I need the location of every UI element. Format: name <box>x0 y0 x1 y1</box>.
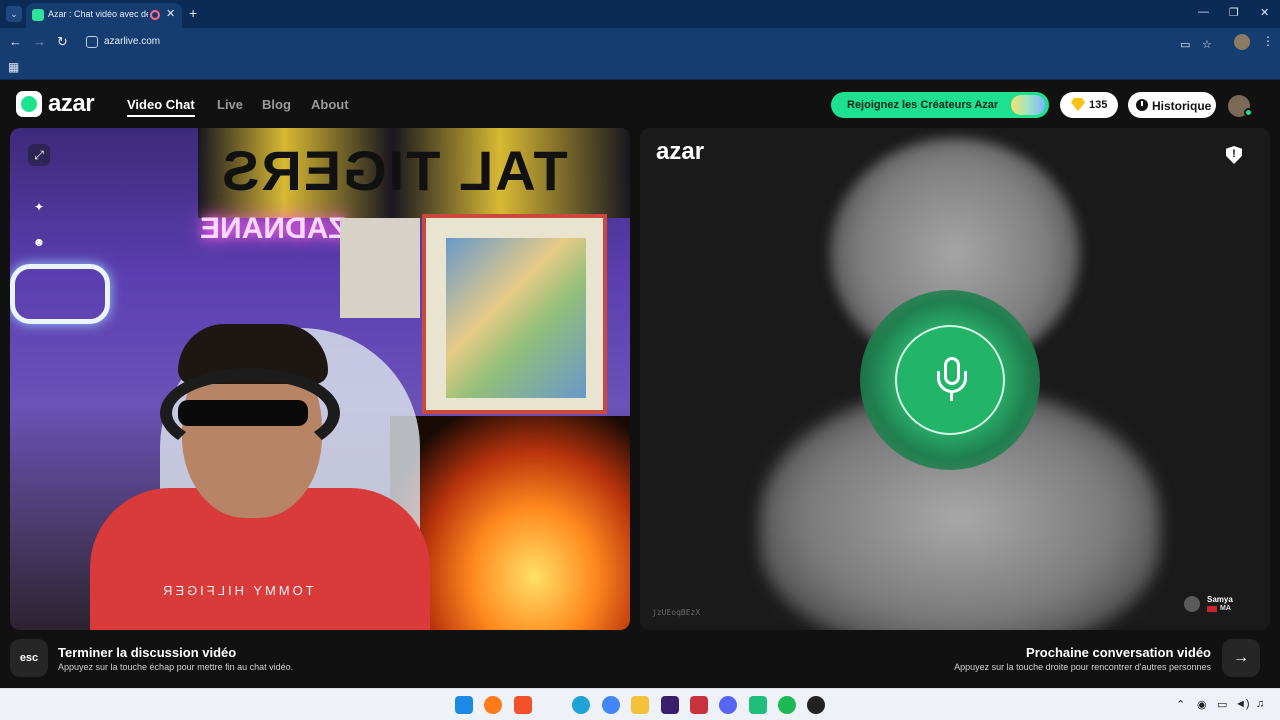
minimize-button[interactable]: — <box>1198 6 1209 18</box>
tray-chevron-icon[interactable]: ⌃ <box>1176 698 1185 711</box>
site-info-icon[interactable] <box>86 36 98 48</box>
history-button[interactable]: Historique <box>1128 92 1216 118</box>
omnibox[interactable]: azarlive.com ▭ ☆ <box>82 32 1224 52</box>
azar-watermark-logo: azar <box>656 138 705 165</box>
gems-balance-button[interactable]: 135 <box>1060 92 1118 118</box>
partner-video-feed: azar ! jzUEoqBEzX Samya MA <box>640 128 1270 630</box>
recording-indicator-icon <box>150 10 160 20</box>
edge-icon[interactable] <box>572 696 590 714</box>
browser-tab[interactable]: Azar : Chat vidéo avec de n ✕ <box>26 3 182 28</box>
back-arrow-icon[interactable]: ← <box>9 34 22 49</box>
morocco-flag-icon <box>1207 606 1217 612</box>
azar-logo-icon[interactable] <box>16 91 42 117</box>
room-id: jzUEoqBEzX <box>652 608 701 617</box>
address-bar-row: ← → ↻ azarlive.com ▭ ☆ <box>0 28 1280 56</box>
chrome-icon[interactable] <box>602 696 620 714</box>
clock-icon <box>1136 99 1148 111</box>
browser-tab-bar: ⌄ Azar : Chat vidéo avec de n ✕ + — ❐ ✕ <box>0 0 1280 28</box>
tray-volume-icon[interactable]: ◄) <box>1235 698 1250 710</box>
file-explorer-icon[interactable] <box>631 696 649 714</box>
next-chat-button[interactable]: → <box>1222 639 1260 677</box>
online-status-icon <box>1244 108 1253 117</box>
forward-arrow-icon[interactable]: → <box>33 34 46 49</box>
discord-icon[interactable] <box>719 696 737 714</box>
peer-country: MA <box>1220 605 1231 612</box>
tray-network-icon[interactable]: ▭ <box>1217 698 1227 711</box>
new-tab-button[interactable]: + <box>189 5 197 21</box>
obs-icon[interactable] <box>807 696 825 714</box>
browser-menu-icon[interactable]: ⋮ <box>1262 34 1274 48</box>
peer-avatar-icon <box>1184 596 1200 612</box>
tray-notification-icon[interactable]: ♫ <box>1256 698 1264 710</box>
maximize-button[interactable]: ❐ <box>1229 6 1239 19</box>
close-window-button[interactable]: ✕ <box>1260 6 1269 19</box>
end-chat-title: Terminer la discussion vidéo <box>58 645 237 660</box>
tab-search-icon[interactable]: ⌄ <box>6 6 22 22</box>
brave-icon[interactable] <box>514 696 532 714</box>
windows-taskbar: ⌃ ◉ ▭ ◄) ♫ <box>0 688 1280 720</box>
app-icon-3[interactable] <box>749 696 767 714</box>
reload-icon[interactable]: ↻ <box>57 34 68 50</box>
azar-logo-text[interactable]: azar <box>48 90 95 118</box>
neon-sign-text: ZADNANE <box>200 212 347 245</box>
profile-avatar-icon[interactable] <box>1234 34 1250 50</box>
banner-text: TAL TIGERS <box>220 139 568 202</box>
next-chat-title: Prochaine conversation vidéo <box>1026 645 1211 660</box>
nav-live[interactable]: Live <box>217 97 243 112</box>
join-creators-button[interactable]: Rejoignez les Créateurs Azar <box>831 92 1049 118</box>
peer-name: Samya <box>1207 595 1233 604</box>
nav-video-chat[interactable]: Video Chat <box>127 97 195 117</box>
url-text[interactable]: azarlive.com <box>104 36 160 47</box>
app-icon-1[interactable] <box>661 696 679 714</box>
history-label: Historique <box>1152 99 1212 113</box>
tab-title: Azar : Chat vidéo avec de n <box>48 9 148 19</box>
bookmark-star-icon[interactable]: ☆ <box>1202 38 1212 51</box>
apps-grid-icon[interactable]: ▦ <box>8 60 19 74</box>
azar-page: azar Video Chat Live Blog About Rejoigne… <box>0 81 1280 688</box>
tray-mic-icon[interactable]: ◉ <box>1197 698 1207 711</box>
sunglasses <box>178 400 308 426</box>
gem-icon <box>1071 98 1085 111</box>
report-shield-icon[interactable]: ! <box>1226 146 1242 164</box>
join-creators-label: Rejoignez les Créateurs Azar <box>847 99 999 111</box>
bookmarks-bar: ▦ <box>0 56 1280 80</box>
nav-about[interactable]: About <box>311 97 349 112</box>
neon-lamp <box>10 264 110 324</box>
next-chat-hint: Appuyez sur la touche droite pour rencon… <box>954 662 1211 672</box>
spotify-icon[interactable] <box>778 696 796 714</box>
cast-icon[interactable]: ▭ <box>1180 38 1190 51</box>
tab-close-icon[interactable]: ✕ <box>166 7 175 20</box>
creators-illustration-icon <box>1011 95 1045 115</box>
effects-sparkle-icon[interactable]: ✦ <box>28 196 50 218</box>
windows-start-icon[interactable] <box>455 696 473 714</box>
self-video-feed: TAL TIGERS ZADNANE TOMMY HILFIGER ⤢ ✦ ☻ <box>10 128 630 630</box>
app-icon-2[interactable] <box>690 696 708 714</box>
azar-favicon-icon <box>32 9 44 21</box>
end-chat-hint: Appuyez sur la touche échap pour mettre … <box>58 662 294 672</box>
microphone-button[interactable] <box>895 325 1005 435</box>
face-filter-icon[interactable]: ☻ <box>28 231 50 253</box>
italy-map-poster <box>422 214 607 414</box>
wall-poster <box>340 218 420 318</box>
esc-key-button[interactable]: esc <box>10 639 48 677</box>
shirt-text: TOMMY HILFIGER <box>160 583 314 598</box>
expand-video-icon[interactable]: ⤢ <box>28 144 50 166</box>
nav-blog[interactable]: Blog <box>262 97 291 112</box>
gems-count: 135 <box>1089 99 1108 111</box>
firefox-icon[interactable] <box>484 696 502 714</box>
